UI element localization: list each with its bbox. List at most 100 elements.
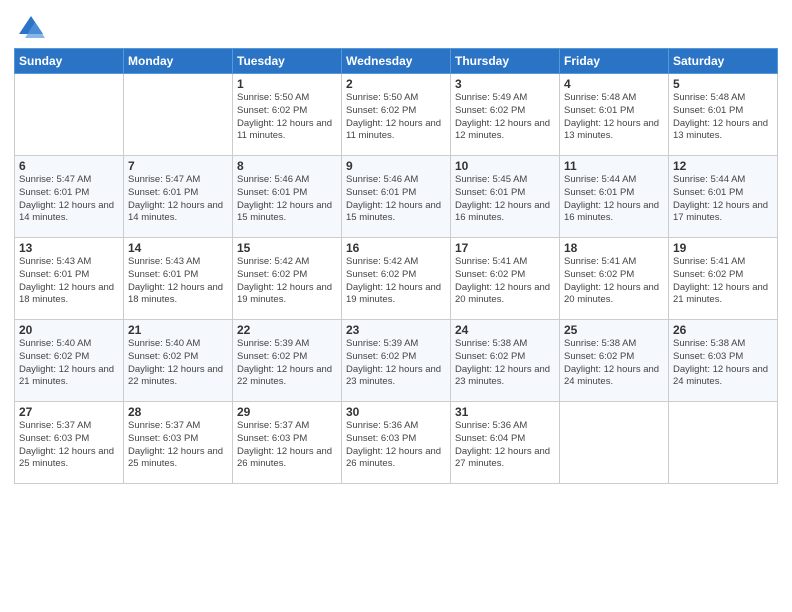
week-row-2: 13Sunrise: 5:43 AMSunset: 6:01 PMDayligh… <box>15 238 778 320</box>
day-detail: Sunrise: 5:43 AMSunset: 6:01 PMDaylight:… <box>19 256 119 307</box>
day-detail: Sunrise: 5:48 AMSunset: 6:01 PMDaylight:… <box>673 92 773 143</box>
day-number: 11 <box>564 159 664 173</box>
day-cell: 6Sunrise: 5:47 AMSunset: 6:01 PMDaylight… <box>15 156 124 238</box>
weekday-header-monday: Monday <box>124 49 233 74</box>
day-cell <box>124 74 233 156</box>
day-number: 12 <box>673 159 773 173</box>
day-detail: Sunrise: 5:43 AMSunset: 6:01 PMDaylight:… <box>128 256 228 307</box>
day-cell: 25Sunrise: 5:38 AMSunset: 6:02 PMDayligh… <box>560 320 669 402</box>
day-detail: Sunrise: 5:49 AMSunset: 6:02 PMDaylight:… <box>455 92 555 143</box>
day-detail: Sunrise: 5:39 AMSunset: 6:02 PMDaylight:… <box>346 338 446 389</box>
day-cell: 27Sunrise: 5:37 AMSunset: 6:03 PMDayligh… <box>15 402 124 484</box>
day-number: 19 <box>673 241 773 255</box>
weekday-header-row: SundayMondayTuesdayWednesdayThursdayFrid… <box>15 49 778 74</box>
day-cell: 24Sunrise: 5:38 AMSunset: 6:02 PMDayligh… <box>451 320 560 402</box>
weekday-header-friday: Friday <box>560 49 669 74</box>
day-detail: Sunrise: 5:46 AMSunset: 6:01 PMDaylight:… <box>346 174 446 225</box>
day-number: 10 <box>455 159 555 173</box>
logo <box>14 14 45 42</box>
week-row-1: 6Sunrise: 5:47 AMSunset: 6:01 PMDaylight… <box>15 156 778 238</box>
day-cell: 7Sunrise: 5:47 AMSunset: 6:01 PMDaylight… <box>124 156 233 238</box>
week-row-0: 1Sunrise: 5:50 AMSunset: 6:02 PMDaylight… <box>15 74 778 156</box>
day-detail: Sunrise: 5:50 AMSunset: 6:02 PMDaylight:… <box>346 92 446 143</box>
day-cell: 28Sunrise: 5:37 AMSunset: 6:03 PMDayligh… <box>124 402 233 484</box>
day-detail: Sunrise: 5:37 AMSunset: 6:03 PMDaylight:… <box>237 420 337 471</box>
day-cell: 31Sunrise: 5:36 AMSunset: 6:04 PMDayligh… <box>451 402 560 484</box>
day-number: 14 <box>128 241 228 255</box>
day-cell: 17Sunrise: 5:41 AMSunset: 6:02 PMDayligh… <box>451 238 560 320</box>
day-cell: 30Sunrise: 5:36 AMSunset: 6:03 PMDayligh… <box>342 402 451 484</box>
day-detail: Sunrise: 5:41 AMSunset: 6:02 PMDaylight:… <box>673 256 773 307</box>
day-number: 22 <box>237 323 337 337</box>
day-number: 9 <box>346 159 446 173</box>
day-cell: 22Sunrise: 5:39 AMSunset: 6:02 PMDayligh… <box>233 320 342 402</box>
day-number: 28 <box>128 405 228 419</box>
day-number: 16 <box>346 241 446 255</box>
day-number: 6 <box>19 159 119 173</box>
day-cell: 29Sunrise: 5:37 AMSunset: 6:03 PMDayligh… <box>233 402 342 484</box>
day-cell <box>669 402 778 484</box>
day-number: 29 <box>237 405 337 419</box>
day-detail: Sunrise: 5:36 AMSunset: 6:03 PMDaylight:… <box>346 420 446 471</box>
day-detail: Sunrise: 5:47 AMSunset: 6:01 PMDaylight:… <box>128 174 228 225</box>
day-detail: Sunrise: 5:50 AMSunset: 6:02 PMDaylight:… <box>237 92 337 143</box>
day-cell: 5Sunrise: 5:48 AMSunset: 6:01 PMDaylight… <box>669 74 778 156</box>
day-detail: Sunrise: 5:44 AMSunset: 6:01 PMDaylight:… <box>673 174 773 225</box>
day-cell: 10Sunrise: 5:45 AMSunset: 6:01 PMDayligh… <box>451 156 560 238</box>
day-number: 31 <box>455 405 555 419</box>
day-number: 15 <box>237 241 337 255</box>
day-cell: 13Sunrise: 5:43 AMSunset: 6:01 PMDayligh… <box>15 238 124 320</box>
day-number: 18 <box>564 241 664 255</box>
day-cell: 15Sunrise: 5:42 AMSunset: 6:02 PMDayligh… <box>233 238 342 320</box>
day-cell: 11Sunrise: 5:44 AMSunset: 6:01 PMDayligh… <box>560 156 669 238</box>
weekday-header-sunday: Sunday <box>15 49 124 74</box>
logo-icon <box>17 14 45 42</box>
day-detail: Sunrise: 5:38 AMSunset: 6:03 PMDaylight:… <box>673 338 773 389</box>
day-detail: Sunrise: 5:37 AMSunset: 6:03 PMDaylight:… <box>128 420 228 471</box>
day-cell: 18Sunrise: 5:41 AMSunset: 6:02 PMDayligh… <box>560 238 669 320</box>
calendar-table: SundayMondayTuesdayWednesdayThursdayFrid… <box>14 48 778 484</box>
day-number: 17 <box>455 241 555 255</box>
day-number: 24 <box>455 323 555 337</box>
day-cell: 21Sunrise: 5:40 AMSunset: 6:02 PMDayligh… <box>124 320 233 402</box>
day-cell: 12Sunrise: 5:44 AMSunset: 6:01 PMDayligh… <box>669 156 778 238</box>
day-number: 25 <box>564 323 664 337</box>
day-cell <box>560 402 669 484</box>
weekday-header-saturday: Saturday <box>669 49 778 74</box>
day-number: 4 <box>564 77 664 91</box>
day-cell: 20Sunrise: 5:40 AMSunset: 6:02 PMDayligh… <box>15 320 124 402</box>
day-detail: Sunrise: 5:48 AMSunset: 6:01 PMDaylight:… <box>564 92 664 143</box>
day-number: 20 <box>19 323 119 337</box>
day-detail: Sunrise: 5:47 AMSunset: 6:01 PMDaylight:… <box>19 174 119 225</box>
day-detail: Sunrise: 5:42 AMSunset: 6:02 PMDaylight:… <box>346 256 446 307</box>
day-number: 8 <box>237 159 337 173</box>
weekday-header-thursday: Thursday <box>451 49 560 74</box>
day-number: 13 <box>19 241 119 255</box>
day-detail: Sunrise: 5:45 AMSunset: 6:01 PMDaylight:… <box>455 174 555 225</box>
day-detail: Sunrise: 5:40 AMSunset: 6:02 PMDaylight:… <box>19 338 119 389</box>
weekday-header-wednesday: Wednesday <box>342 49 451 74</box>
day-number: 21 <box>128 323 228 337</box>
day-number: 5 <box>673 77 773 91</box>
weekday-header-tuesday: Tuesday <box>233 49 342 74</box>
day-number: 30 <box>346 405 446 419</box>
day-cell: 2Sunrise: 5:50 AMSunset: 6:02 PMDaylight… <box>342 74 451 156</box>
day-cell: 19Sunrise: 5:41 AMSunset: 6:02 PMDayligh… <box>669 238 778 320</box>
day-detail: Sunrise: 5:46 AMSunset: 6:01 PMDaylight:… <box>237 174 337 225</box>
day-cell: 26Sunrise: 5:38 AMSunset: 6:03 PMDayligh… <box>669 320 778 402</box>
day-detail: Sunrise: 5:40 AMSunset: 6:02 PMDaylight:… <box>128 338 228 389</box>
day-detail: Sunrise: 5:42 AMSunset: 6:02 PMDaylight:… <box>237 256 337 307</box>
day-detail: Sunrise: 5:38 AMSunset: 6:02 PMDaylight:… <box>455 338 555 389</box>
day-cell: 16Sunrise: 5:42 AMSunset: 6:02 PMDayligh… <box>342 238 451 320</box>
day-cell: 1Sunrise: 5:50 AMSunset: 6:02 PMDaylight… <box>233 74 342 156</box>
day-detail: Sunrise: 5:41 AMSunset: 6:02 PMDaylight:… <box>564 256 664 307</box>
day-cell <box>15 74 124 156</box>
day-cell: 9Sunrise: 5:46 AMSunset: 6:01 PMDaylight… <box>342 156 451 238</box>
day-detail: Sunrise: 5:36 AMSunset: 6:04 PMDaylight:… <box>455 420 555 471</box>
day-cell: 8Sunrise: 5:46 AMSunset: 6:01 PMDaylight… <box>233 156 342 238</box>
day-cell: 3Sunrise: 5:49 AMSunset: 6:02 PMDaylight… <box>451 74 560 156</box>
day-number: 7 <box>128 159 228 173</box>
week-row-4: 27 Sunrise: 5:37 AMSunset: 6:03 PMDayligh… <box>15 402 778 484</box>
day-number: 27 <box>19 405 119 419</box>
day-cell: 4Sunrise: 5:48 AMSunset: 6:01 PMDaylight… <box>560 74 669 156</box>
